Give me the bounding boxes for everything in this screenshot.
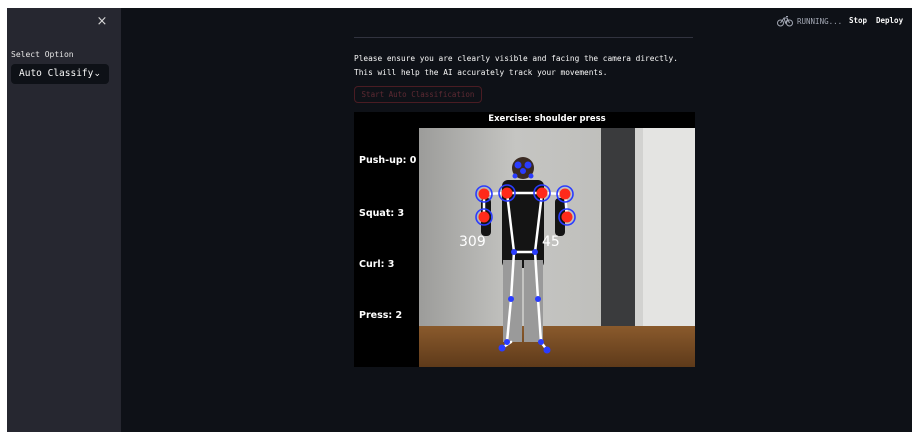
angle-right: 45 <box>542 234 560 250</box>
select-option-label: Select Option <box>11 50 74 59</box>
bright-wall <box>643 128 695 330</box>
app-root: × Select Option Auto Classify ⌄ RUNNING.… <box>7 8 912 432</box>
instruction-line-1: Please ensure you are clearly visible an… <box>354 54 678 63</box>
angle-left: 309 <box>459 234 486 250</box>
counter-press: Press: 2 <box>359 310 403 321</box>
camera-frame: 309 45 <box>419 128 695 367</box>
sidebar-close-button[interactable]: × <box>95 14 109 30</box>
door-frame <box>635 128 643 330</box>
option-select-value: Auto Classify <box>19 68 94 79</box>
bike-icon <box>777 16 793 27</box>
deploy-button[interactable]: Deploy <box>876 14 903 28</box>
counter-pushup: Push-up: 0 <box>359 155 417 166</box>
stop-button[interactable]: Stop <box>849 14 867 28</box>
floor <box>419 326 695 367</box>
video-feed: Exercise: shoulder press Push-up: 0 Squa… <box>354 112 695 367</box>
door <box>601 128 635 330</box>
option-select[interactable]: Auto Classify ⌄ <box>11 64 109 84</box>
exercise-title: Exercise: shoulder press <box>488 114 606 124</box>
chevron-down-icon: ⌄ <box>93 69 101 79</box>
counter-curl: Curl: 3 <box>359 259 395 270</box>
divider <box>354 37 693 38</box>
sidebar: × Select Option Auto Classify ⌄ <box>7 8 121 432</box>
start-auto-classification-button[interactable]: Start Auto Classification <box>354 86 482 103</box>
running-status: RUNNING... <box>777 14 842 28</box>
counter-squat: Squat: 3 <box>359 208 405 219</box>
status-text: RUNNING... <box>797 16 843 26</box>
instruction-line-2: This will help the AI accurately track y… <box>354 68 608 77</box>
